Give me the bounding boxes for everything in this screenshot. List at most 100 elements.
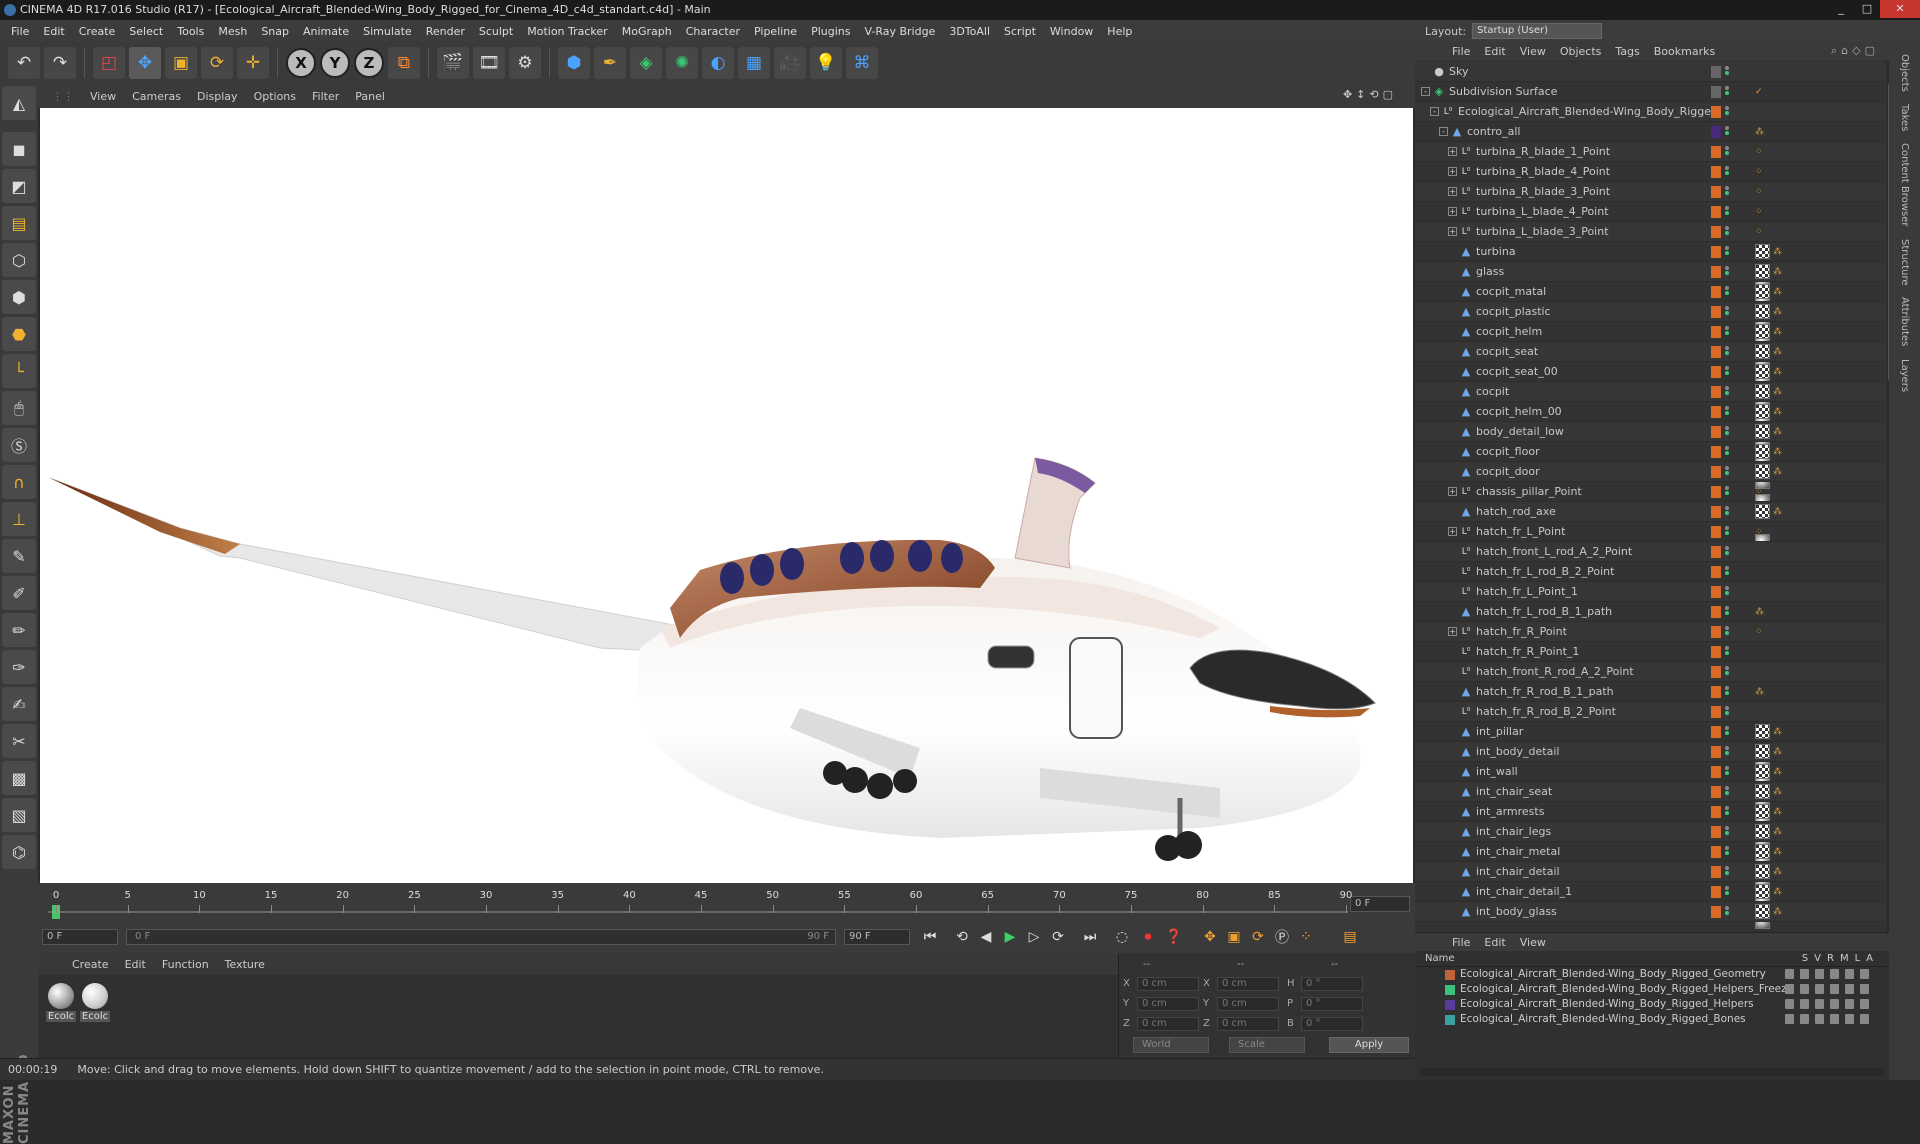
expression-tag-icon[interactable]: ⁂: [1755, 687, 1765, 697]
cloner-icon[interactable]: ✺: [666, 47, 698, 79]
live-selection-icon[interactable]: ◰: [93, 47, 125, 79]
model-mode-icon[interactable]: ◼: [2, 132, 36, 166]
protection-tag-icon[interactable]: ⁂: [1773, 847, 1783, 857]
layer-locked-toggle-icon[interactable]: [1845, 1014, 1854, 1024]
visibility-dots-icon[interactable]: [1725, 525, 1735, 539]
visibility-dots-icon[interactable]: [1725, 625, 1735, 639]
grab-tool-icon[interactable]: ✍: [2, 687, 36, 721]
texture-tag-icon[interactable]: [1755, 264, 1770, 279]
protection-tag-icon[interactable]: ⁂: [1773, 267, 1783, 277]
minimize-button[interactable]: _: [1828, 0, 1854, 18]
close-button[interactable]: ✕: [1880, 0, 1920, 18]
object-row[interactable]: + L⁰ turbina_R_blade_3_Point ⁘: [1415, 182, 1885, 202]
viewport-menu-options[interactable]: Options: [246, 90, 304, 103]
visibility-dots-icon[interactable]: [1725, 385, 1735, 399]
render-view-icon[interactable]: 🎬: [437, 47, 469, 79]
visibility-dots-icon[interactable]: [1725, 185, 1735, 199]
visibility-dots-icon[interactable]: [1725, 105, 1735, 119]
material-thumbnail[interactable]: Ecolc: [46, 983, 76, 1022]
play-forward-icon[interactable]: ▶: [998, 926, 1022, 948]
layer-animation-toggle-icon[interactable]: [1860, 999, 1869, 1009]
side-tab-objects[interactable]: Objects: [1899, 54, 1910, 92]
protection-tag-icon[interactable]: ⁂: [1773, 287, 1783, 297]
polygon-mode-icon[interactable]: ⬣: [2, 317, 36, 351]
layer-visible-toggle-icon[interactable]: [1800, 969, 1809, 979]
constraint-tag-icon[interactable]: ⁘: [1755, 207, 1765, 217]
texture-tag-icon[interactable]: [1755, 464, 1770, 479]
object-row[interactable]: L⁰ hatch_fr_R_Point_1: [1415, 642, 1885, 662]
object-manager-search-icons[interactable]: ⌕⌂◇▢: [1831, 44, 1879, 58]
undo-icon[interactable]: ↶: [8, 47, 40, 79]
coord-value-field[interactable]: 0 cm: [1137, 977, 1199, 991]
floor-scene-icon[interactable]: ▦: [738, 47, 770, 79]
object-row[interactable]: ▲ cocpit_plastic ⁂: [1415, 302, 1885, 349]
object-row[interactable]: - L⁰ Ecological_Aircraft_Blended-Wing_Body…: [1415, 102, 1885, 122]
viewport-menu-panel[interactable]: Panel: [347, 90, 393, 103]
objects-menu-bookmarks[interactable]: Bookmarks: [1647, 45, 1722, 58]
tree-expander-icon[interactable]: +: [1448, 487, 1457, 496]
menu-help[interactable]: Help: [1100, 25, 1139, 38]
coord-value-field[interactable]: 0 cm: [1137, 1017, 1199, 1031]
visibility-dots-icon[interactable]: [1725, 305, 1735, 319]
object-row[interactable]: + L⁰ turbina_L_blade_4_Point ⁘: [1415, 202, 1885, 222]
protection-tag-icon[interactable]: ⁂: [1773, 447, 1783, 457]
texture-tag-icon[interactable]: [1755, 504, 1770, 519]
layer-row[interactable]: Ecological_Aircraft_Blended-Wing_Body_Ri…: [1415, 997, 1889, 1012]
layer-color-swatch[interactable]: [1445, 985, 1455, 995]
object-row[interactable]: ● Sky: [1415, 62, 1885, 82]
protection-tag-icon[interactable]: ⁂: [1773, 767, 1783, 777]
visibility-dots-icon[interactable]: [1725, 685, 1735, 699]
deformer-icon[interactable]: ◐: [702, 47, 734, 79]
layer-horizontal-scrollbar[interactable]: [1419, 1068, 1885, 1076]
object-row[interactable]: + L⁰ turbina_R_blade_1_Point ⁘: [1415, 142, 1885, 162]
visibility-dots-icon[interactable]: [1725, 585, 1735, 599]
menu-snap[interactable]: Snap: [254, 25, 296, 38]
paint-tool-icon[interactable]: ✐: [2, 576, 36, 610]
layer-visible-toggle-icon[interactable]: [1800, 999, 1809, 1009]
visibility-dots-icon[interactable]: [1725, 205, 1735, 219]
visibility-dots-icon[interactable]: [1725, 565, 1735, 579]
visibility-dots-icon[interactable]: [1725, 425, 1735, 439]
protection-tag-icon[interactable]: ⁂: [1773, 907, 1783, 917]
rotate-tool-icon[interactable]: ⟳: [201, 47, 233, 79]
object-row[interactable]: - ◈ Subdivision Surface ✓: [1415, 82, 1885, 102]
object-row[interactable]: ▲ body_detail_low ⁂: [1415, 422, 1885, 469]
visibility-dots-icon[interactable]: [1725, 905, 1735, 919]
object-row[interactable]: ▲ turbina ⁂: [1415, 242, 1885, 289]
object-row[interactable]: ▲ int_chair_legs ⁂: [1415, 822, 1885, 869]
frame-range-slider[interactable]: 0 F 90 F: [126, 929, 836, 945]
menu-select[interactable]: Select: [122, 25, 170, 38]
visibility-dots-icon[interactable]: [1725, 645, 1735, 659]
timeline-window-icon[interactable]: ▤: [1338, 926, 1362, 948]
object-row[interactable]: ▲ glass ⁂: [1415, 262, 1885, 309]
menu-character[interactable]: Character: [679, 25, 747, 38]
object-row[interactable]: L⁰ hatch_fr_L_Point_1: [1415, 582, 1885, 602]
go-to-start-icon[interactable]: ⏮: [918, 926, 942, 948]
layer-manager-toggle-icon[interactable]: [1830, 984, 1839, 994]
layout-dropdown[interactable]: Startup (User): [1472, 23, 1603, 39]
start-frame-field[interactable]: 0 F: [42, 929, 118, 945]
visibility-dots-icon[interactable]: [1725, 85, 1735, 99]
object-row[interactable]: L⁰ hatch_fr_L_rod_B_2_Point: [1415, 562, 1885, 582]
object-row[interactable]: ▲ int_pillar ⁂: [1415, 722, 1885, 769]
object-row[interactable]: ▲ int_armrests ⁂: [1415, 802, 1885, 849]
go-to-end-icon[interactable]: ⏭: [1078, 926, 1102, 948]
object-row[interactable]: ▲ cocpit_helm ⁂: [1415, 322, 1885, 369]
objects-menu-edit[interactable]: Edit: [1477, 45, 1512, 58]
layer-render-toggle-icon[interactable]: [1815, 999, 1824, 1009]
layer-animation-toggle-icon[interactable]: [1860, 969, 1869, 979]
visibility-dots-icon[interactable]: [1725, 725, 1735, 739]
menu-3dtoall[interactable]: 3DToAll: [942, 25, 997, 38]
coord-value-field[interactable]: 0 cm: [1217, 977, 1279, 991]
protection-tag-icon[interactable]: ⁂: [1773, 827, 1783, 837]
visibility-dots-icon[interactable]: [1725, 405, 1735, 419]
y-axis-lock-icon[interactable]: Y: [320, 48, 350, 78]
constraint-tag-icon[interactable]: ⁘: [1755, 187, 1765, 197]
object-row[interactable]: ▲ cocpit_matal ⁂: [1415, 282, 1885, 329]
record-active-icon[interactable]: ⏺: [1136, 926, 1160, 948]
tree-expander-icon[interactable]: -: [1430, 107, 1439, 116]
objects-menu-view[interactable]: View: [1513, 45, 1553, 58]
python-console-icon[interactable]: ⌬: [2, 835, 36, 869]
side-tab-content-browser[interactable]: Content Browser: [1899, 143, 1910, 226]
sculpt-tool-icon[interactable]: ✏: [2, 613, 36, 647]
